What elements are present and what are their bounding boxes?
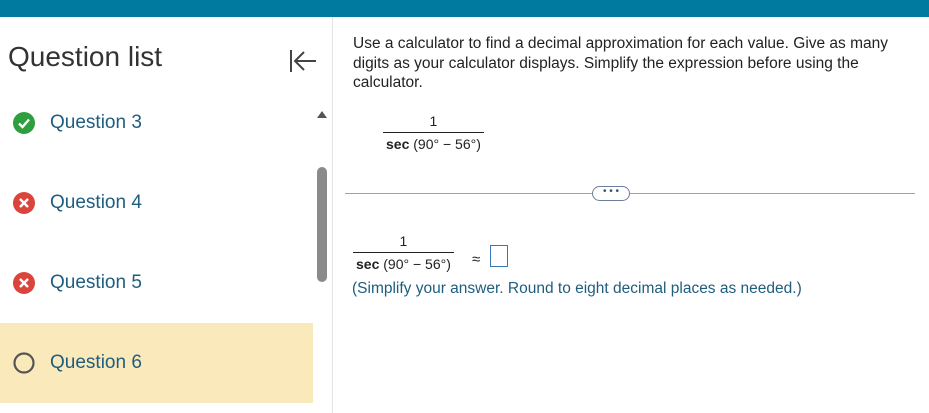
show-more-button[interactable]: • • • <box>592 186 630 201</box>
empty-circle-icon <box>13 352 35 374</box>
question-label: Question 4 <box>50 192 142 213</box>
collapse-sidebar-button[interactable] <box>286 47 320 75</box>
sec-argument: (90° − 56°) <box>413 136 481 152</box>
question-list-panel: Question list Question 3 Question 4 Ques… <box>0 17 333 413</box>
question-list-title: Question list <box>8 41 163 72</box>
fraction-numerator: 1 <box>399 233 408 249</box>
instructions-text: Use a calculator to find a decimal appro… <box>353 35 889 91</box>
fraction-numerator: 1 <box>429 113 438 129</box>
scroll-up-arrow[interactable] <box>315 107 329 121</box>
question-item-3[interactable]: Question 3 <box>0 83 313 163</box>
answer-hint: (Simplify your answer. Round to eight de… <box>352 280 802 297</box>
question-label: Question 5 <box>50 272 142 293</box>
fraction-denominator: sec (90° − 56°) <box>383 132 484 152</box>
collapse-left-icon <box>290 50 316 72</box>
expression-fraction: 1 sec (90° − 56°) <box>383 113 484 152</box>
question-label: Question 3 <box>50 112 142 133</box>
question-item-5[interactable]: Question 5 <box>0 243 313 323</box>
question-item-6[interactable]: Question 6 <box>0 323 313 403</box>
check-circle-icon <box>13 112 35 134</box>
triangle-up-icon <box>317 111 327 118</box>
question-label: Question 6 <box>50 352 142 373</box>
answer-input[interactable] <box>490 245 508 267</box>
section-divider <box>345 193 915 194</box>
sec-function: sec <box>356 256 380 272</box>
sec-function: sec <box>386 136 410 152</box>
question-panel: Use a calculator to find a decimal appro… <box>333 17 929 413</box>
sec-argument: (90° − 56°) <box>383 256 451 272</box>
top-bar <box>0 0 929 17</box>
x-circle-icon <box>13 272 35 294</box>
question-item-4[interactable]: Question 4 <box>0 163 313 243</box>
fraction-denominator: sec (90° − 56°) <box>353 252 454 272</box>
scrollbar-thumb[interactable] <box>317 167 327 282</box>
approx-symbol: ≈ <box>472 251 481 268</box>
x-circle-icon <box>13 192 35 214</box>
answer-fraction: 1 sec (90° − 56°) <box>353 233 454 272</box>
